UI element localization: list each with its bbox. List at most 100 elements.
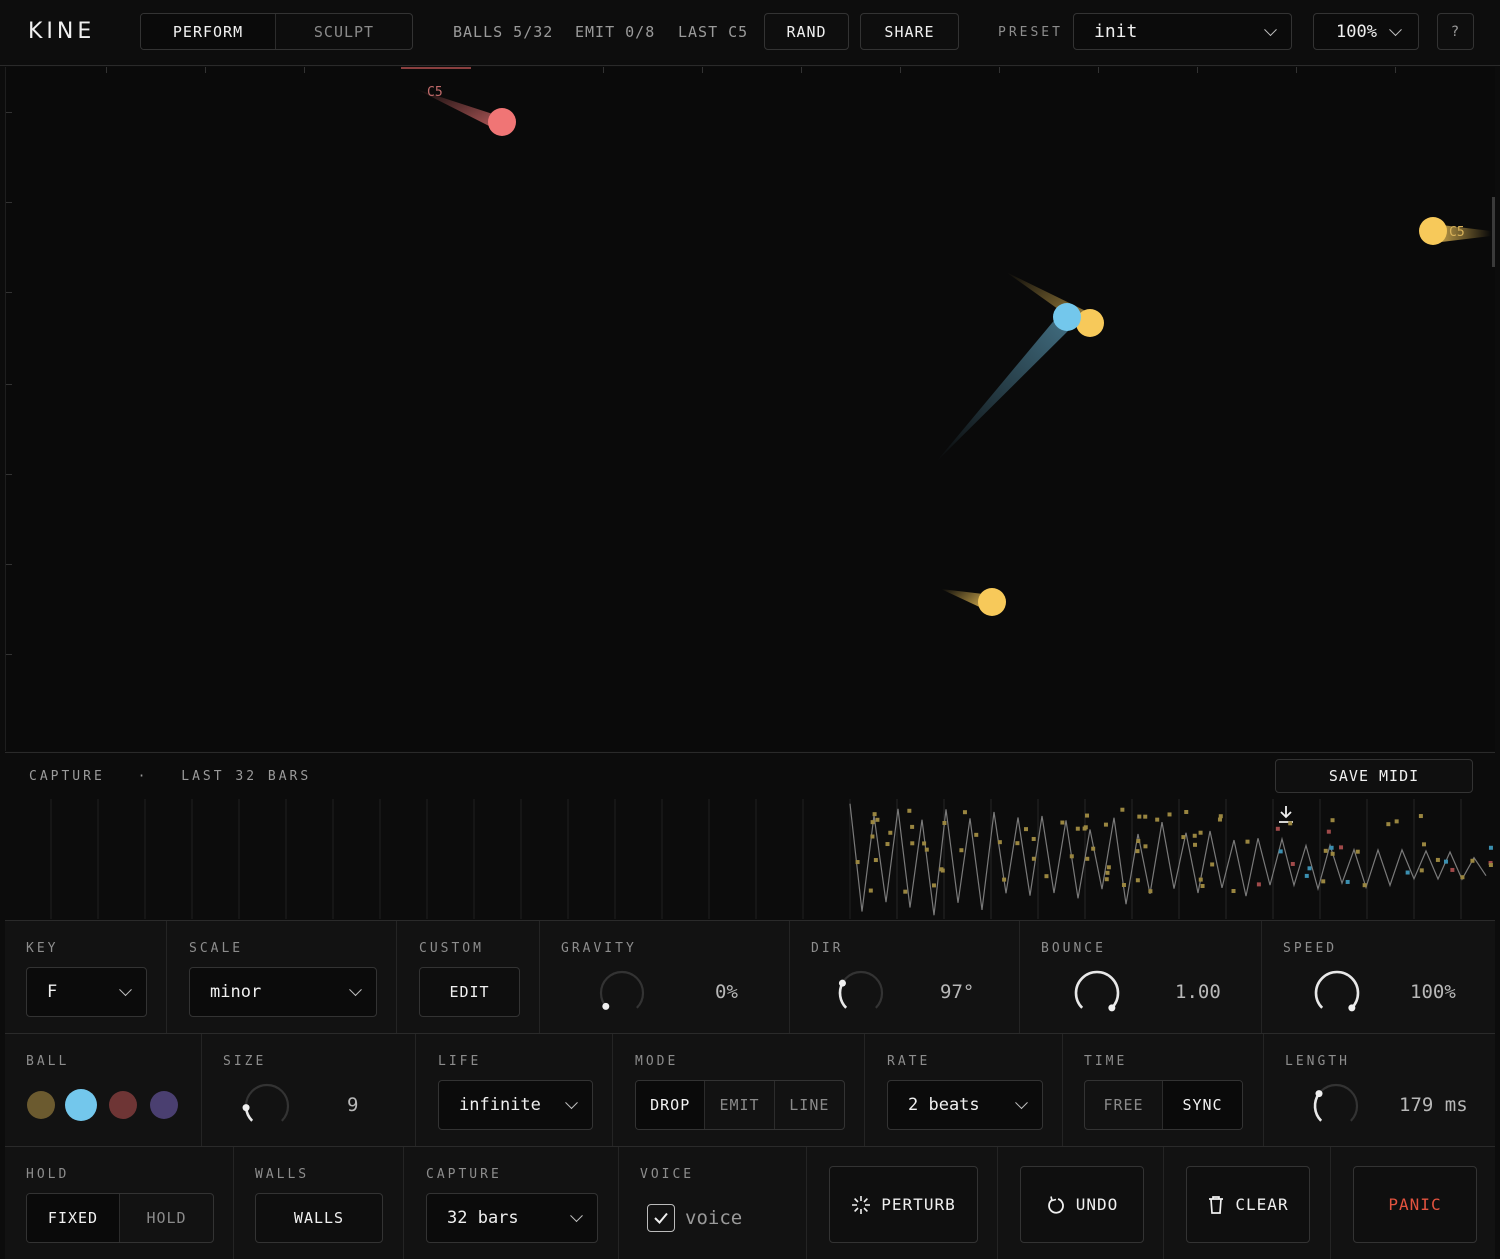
physics-canvas[interactable]: C5 C5 (5, 67, 1495, 751)
app-logo: KINE (28, 19, 96, 44)
note-marker (1198, 877, 1203, 882)
note-marker (1419, 868, 1424, 873)
voice-label: VOICE (640, 1167, 695, 1182)
tab-sculpt[interactable]: SCULPT (276, 14, 412, 49)
perturb-button[interactable]: PERTURB (829, 1166, 978, 1243)
ball-swatch-selected[interactable] (65, 1089, 97, 1121)
rand-button[interactable]: RAND (764, 13, 849, 50)
edit-button[interactable]: EDIT (419, 967, 520, 1017)
zoom-select[interactable]: 100% (1313, 13, 1419, 50)
note-marker (1329, 845, 1334, 850)
clear-button[interactable]: CLEAR (1186, 1166, 1310, 1243)
hold-hold[interactable]: HOLD (120, 1194, 213, 1242)
mode-line[interactable]: LINE (775, 1081, 844, 1129)
ball-swatch[interactable] (109, 1091, 137, 1119)
note-marker (1278, 849, 1283, 854)
note-marker (1210, 862, 1215, 867)
life-select[interactable]: infinite (438, 1080, 593, 1130)
capture-length-select[interactable]: 32 bars (426, 1193, 598, 1243)
key-cell: KEY F (5, 921, 167, 1033)
scale-label: SCALE (189, 941, 244, 956)
undo-label: UNDO (1075, 1195, 1119, 1214)
note-marker (942, 820, 947, 825)
knob-indicator (838, 979, 846, 987)
note-marker (1307, 866, 1312, 871)
mode-toggle: DROP EMIT LINE (635, 1080, 845, 1130)
perturb-cell: PERTURB (807, 1147, 998, 1259)
tab-perform[interactable]: PERFORM (141, 14, 276, 49)
ball[interactable] (488, 108, 516, 136)
chevron-down-icon (1015, 1096, 1028, 1110)
capture-header: CAPTURE · LAST 32 BARS (29, 769, 311, 784)
length-label: LENGTH (1285, 1054, 1350, 1069)
note-marker (1075, 826, 1080, 831)
balls-count: BALLS 5/32 (453, 23, 554, 41)
capture-length-label: CAPTURE (426, 1167, 502, 1182)
note-marker (1288, 821, 1293, 826)
note-marker (1330, 818, 1335, 823)
mode-drop[interactable]: DROP (636, 1081, 706, 1129)
note-marker (907, 808, 912, 813)
hold-cell: HOLD FIXED HOLD (5, 1147, 234, 1259)
capture-length-value: 32 bars (447, 1208, 519, 1228)
panic-button[interactable]: PANIC (1353, 1166, 1477, 1243)
time-sync[interactable]: SYNC (1163, 1081, 1242, 1129)
note-marker (931, 883, 936, 888)
capture-timeline (50, 799, 1493, 919)
help-button[interactable]: ? (1437, 13, 1474, 50)
note-marker (910, 841, 915, 846)
note-marker (1386, 822, 1391, 827)
top-bar: KINE PERFORM SCULPT BALLS 5/32 EMIT 0/8 … (0, 0, 1500, 66)
note-marker (924, 847, 929, 852)
undo-button[interactable]: UNDO (1020, 1166, 1144, 1243)
ball[interactable] (1419, 217, 1447, 245)
note-marker (962, 810, 967, 815)
scale-value: minor (210, 982, 262, 1002)
size-knob[interactable] (240, 1079, 294, 1133)
mode-cell: MODE DROP EMIT LINE (613, 1034, 865, 1146)
rate-select[interactable]: 2 beats (887, 1080, 1043, 1130)
note-marker (1135, 849, 1140, 854)
note-marker (872, 812, 877, 817)
ball[interactable] (978, 588, 1006, 616)
voice-checkbox[interactable] (647, 1204, 675, 1232)
note-marker (870, 834, 875, 839)
preset-value: init (1094, 21, 1138, 42)
walls-button[interactable]: WALLS (255, 1193, 383, 1243)
preset-select[interactable]: init (1073, 13, 1292, 50)
note-marker (1069, 854, 1074, 859)
speed-value: 100% (1410, 981, 1456, 1003)
gravity-label: GRAVITY (561, 941, 637, 956)
rate-value: 2 beats (908, 1095, 980, 1115)
note-marker (1155, 817, 1160, 822)
life-value: infinite (459, 1095, 541, 1115)
hold-fixed[interactable]: FIXED (27, 1194, 120, 1242)
ball[interactable] (1053, 303, 1081, 331)
note-marker (1103, 822, 1108, 827)
undo-icon (1047, 1195, 1064, 1214)
length-knob[interactable] (1309, 1079, 1363, 1133)
dir-knob[interactable] (834, 966, 888, 1020)
chevron-down-icon (565, 1096, 578, 1110)
note-marker (1136, 839, 1141, 844)
key-select[interactable]: F (26, 967, 147, 1017)
ball-swatch[interactable] (150, 1091, 178, 1119)
voice-checkbox-label: voice (685, 1207, 743, 1229)
share-button[interactable]: SHARE (860, 13, 959, 50)
knob-fill (1313, 1092, 1323, 1122)
gravity-knob[interactable] (595, 966, 649, 1020)
save-midi-button[interactable]: SAVE MIDI (1275, 759, 1473, 823)
note-marker (1460, 875, 1465, 880)
mode-emit[interactable]: EMIT (705, 1081, 775, 1129)
note-marker (1015, 841, 1020, 846)
clear-label: CLEAR (1235, 1195, 1289, 1214)
ball-swatch[interactable] (27, 1091, 55, 1119)
knob-indicator (602, 1002, 610, 1010)
time-free[interactable]: FREE (1085, 1081, 1164, 1129)
note-marker (1192, 833, 1197, 838)
bounce-knob[interactable] (1070, 966, 1124, 1020)
speed-knob[interactable] (1310, 966, 1364, 1020)
scale-select[interactable]: minor (189, 967, 377, 1017)
note-marker (910, 824, 915, 829)
note-marker (1143, 844, 1148, 849)
